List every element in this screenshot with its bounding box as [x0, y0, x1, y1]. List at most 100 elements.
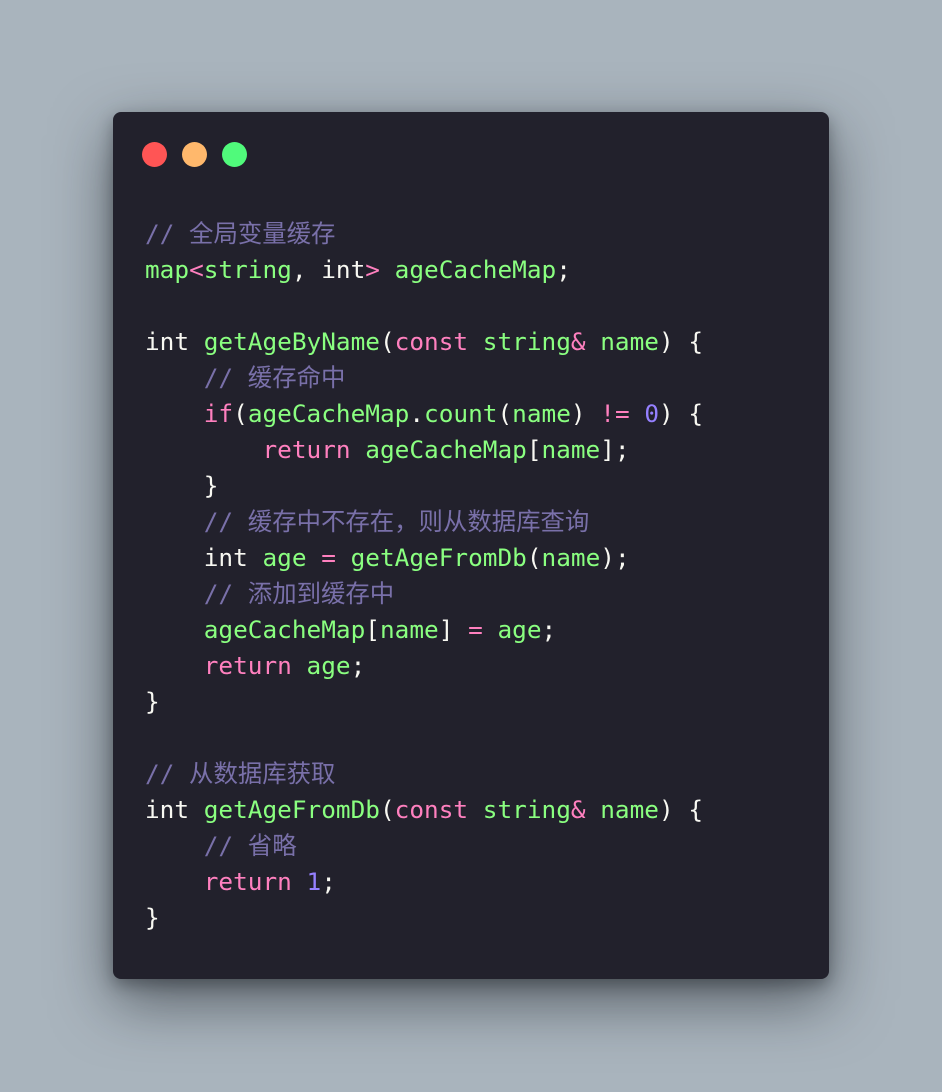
- code-line: return age;: [145, 648, 703, 684]
- code-line: // 添加到缓存中: [145, 576, 703, 612]
- code-line: map<string, int> ageCacheMap;: [145, 252, 703, 288]
- code-token-keyword: &: [570, 795, 601, 824]
- code-token-function: name: [541, 435, 601, 464]
- code-token-function: ageCacheMap: [247, 399, 410, 428]
- code-token-punct: ;: [321, 867, 336, 896]
- code-token-punct: ,: [291, 255, 322, 284]
- code-token-function: ageCacheMap: [394, 255, 557, 284]
- code-token-punct: (: [379, 327, 395, 356]
- code-line: }: [145, 684, 703, 720]
- minimize-button[interactable]: [182, 142, 207, 167]
- code-token-type: map: [145, 255, 190, 284]
- code-token-function: name: [379, 615, 439, 644]
- code-token-punct: (: [233, 399, 248, 428]
- code-line: int getAgeFromDb(const string& name) {: [145, 792, 703, 828]
- code-line: ageCacheMap[name] = age;: [145, 612, 703, 648]
- code-token-keyword: if: [203, 399, 234, 428]
- code-token-comment: // 缓存中不存在，则从数据库查询: [203, 507, 590, 536]
- code-token-keyword: const: [394, 795, 483, 824]
- code-token-punct: (: [497, 399, 513, 428]
- code-token-function: getAgeFromDb: [350, 543, 527, 572]
- code-token-type: string: [203, 255, 292, 284]
- code-token-plain: int: [203, 543, 263, 572]
- code-token-punct: (: [526, 543, 542, 572]
- maximize-button[interactable]: [222, 142, 247, 167]
- code-token-punct: }: [145, 471, 219, 500]
- code-line: return ageCacheMap[name];: [145, 432, 703, 468]
- code-token-type: string: [482, 327, 571, 356]
- code-line: // 省略: [145, 828, 703, 864]
- code-token-punct: ) {: [659, 327, 704, 356]
- code-token-comment: // 省略: [203, 831, 297, 860]
- window-controls: [142, 142, 247, 167]
- code-token-function: getAgeFromDb: [203, 795, 380, 824]
- code-line: if(ageCacheMap.count(name) != 0) {: [145, 396, 703, 432]
- code-token-punct: ];: [600, 435, 630, 464]
- code-line: return 1;: [145, 864, 703, 900]
- code-token-keyword: =: [321, 543, 351, 572]
- code-token-punct: ) {: [659, 795, 704, 824]
- code-token-keyword: &: [570, 327, 601, 356]
- code-token-keyword: >: [365, 255, 395, 284]
- code-token-number: 1: [306, 867, 322, 896]
- code-line: int age = getAgeFromDb(name);: [145, 540, 703, 576]
- code-line: // 缓存命中: [145, 360, 703, 396]
- code-token-plain: int: [145, 327, 204, 356]
- code-token-function: name: [600, 327, 659, 356]
- code-token-type: string: [482, 795, 571, 824]
- code-line: }: [145, 900, 703, 936]
- code-token-punct: ;: [541, 615, 557, 644]
- code-token-function: age: [262, 543, 322, 572]
- code-token-keyword: =: [468, 615, 498, 644]
- code-token-function: getAgeByName: [203, 327, 380, 356]
- code-token-keyword: return: [203, 651, 307, 680]
- code-token-comment: // 缓存命中: [203, 363, 346, 392]
- code-token-keyword: const: [394, 327, 483, 356]
- code-token-punct: ;: [350, 651, 366, 680]
- code-token-function: ageCacheMap: [203, 615, 366, 644]
- code-token-punct: [: [365, 615, 380, 644]
- code-token-number: 0: [644, 399, 660, 428]
- code-token-comment: // 从数据库获取: [145, 759, 336, 788]
- code-token-punct: );: [600, 543, 630, 572]
- code-token-plain: int: [145, 795, 204, 824]
- code-token-keyword: return: [262, 435, 366, 464]
- code-token-punct: }: [145, 687, 160, 716]
- code-token-punct: .: [409, 399, 425, 428]
- code-token-function: ageCacheMap: [365, 435, 527, 464]
- close-button[interactable]: [142, 142, 167, 167]
- code-token-punct: ;: [556, 255, 571, 284]
- code-token-keyword: !=: [600, 399, 645, 428]
- code-token-keyword: return: [203, 867, 307, 896]
- code-token-function: name: [512, 399, 571, 428]
- code-token-function: age: [497, 615, 542, 644]
- code-token-function: age: [306, 651, 351, 680]
- code-line: // 全局变量缓存: [145, 216, 703, 252]
- code-line: // 缓存中不存在，则从数据库查询: [145, 504, 703, 540]
- code-token-punct: [: [526, 435, 542, 464]
- code-token-punct: ]: [438, 615, 469, 644]
- code-token-punct: ) {: [659, 399, 704, 428]
- code-token-function: name: [541, 543, 601, 572]
- code-line: // 从数据库获取: [145, 756, 703, 792]
- code-token-comment: // 添加到缓存中: [203, 579, 395, 608]
- code-line: }: [145, 468, 703, 504]
- code-token-punct: ): [570, 399, 601, 428]
- code-window: // 全局变量缓存 map<string, int> ageCacheMap; in…: [113, 112, 829, 979]
- code-token-function: name: [600, 795, 659, 824]
- code-token-punct: (: [379, 795, 395, 824]
- code-token-plain: int: [321, 255, 366, 284]
- code-token-function: count: [424, 399, 498, 428]
- code-block: // 全局变量缓存 map<string, int> ageCacheMap; in…: [145, 216, 703, 936]
